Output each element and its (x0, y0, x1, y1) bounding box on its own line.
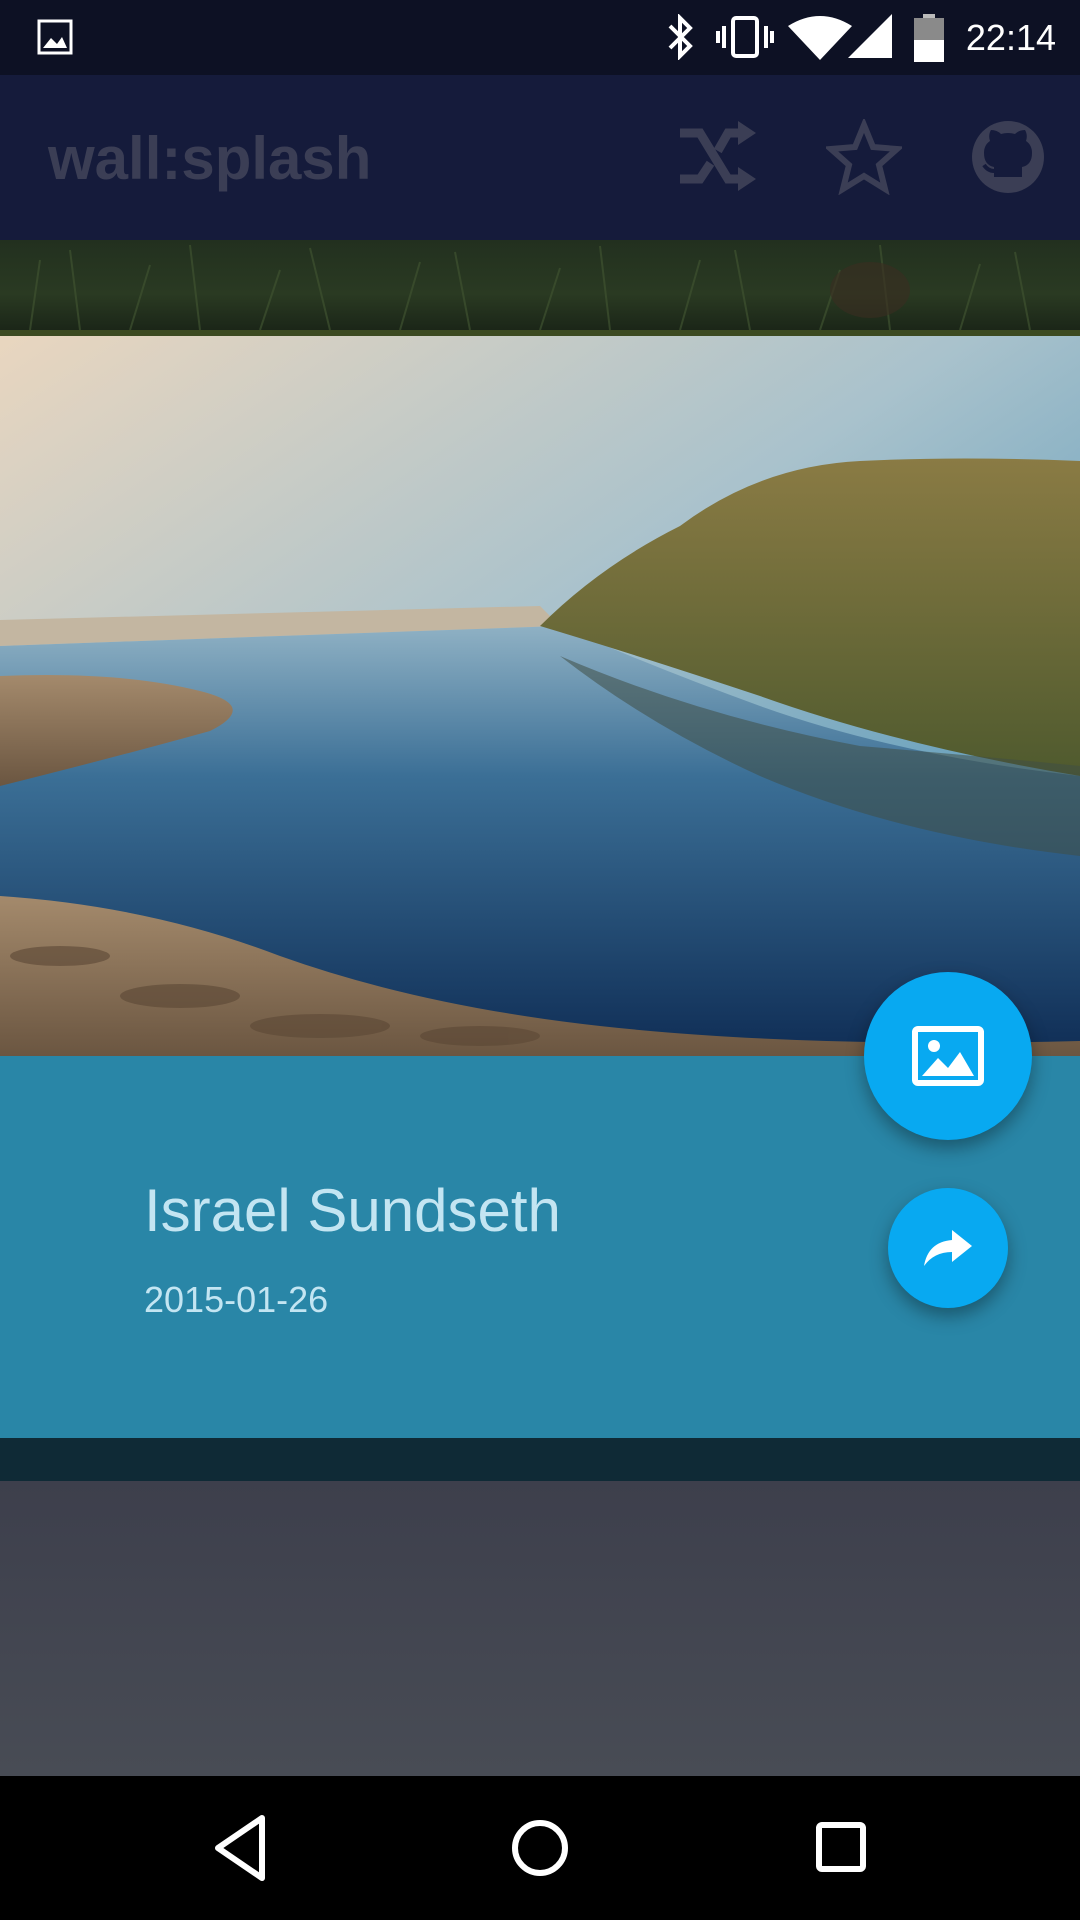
battery-icon (914, 14, 944, 62)
shuffle-icon[interactable] (680, 121, 756, 193)
image-notification-icon (37, 19, 73, 55)
back-icon[interactable] (212, 1814, 268, 1882)
share-icon (924, 1230, 972, 1266)
photographer-name: Israel Sundseth (144, 1177, 561, 1244)
previous-photo-strip[interactable] (0, 240, 1080, 330)
wifi-icon (788, 16, 852, 60)
bluetooth-icon (668, 14, 693, 60)
set-wallpaper-button[interactable] (864, 972, 1032, 1140)
status-bar: 22:14 (0, 0, 1080, 75)
home-icon[interactable] (511, 1819, 569, 1877)
vibrate-icon (716, 16, 774, 58)
grass-image (29, 244, 1031, 330)
image-icon (912, 1026, 984, 1086)
github-icon[interactable] (970, 119, 1046, 195)
next-photo-edge (0, 1438, 1080, 1481)
navigation-bar (0, 1776, 1080, 1920)
star-icon[interactable] (826, 119, 902, 195)
status-time: 22:14 (965, 17, 1056, 58)
app-bar: wall:splash (0, 75, 1080, 240)
photo-date: 2015-01-26 (144, 1279, 329, 1320)
app-title: wall:splash (48, 125, 372, 192)
beach-lagoon-image (0, 336, 1080, 1056)
recents-icon[interactable] (816, 1822, 866, 1872)
next-photo-placeholder[interactable] (0, 1481, 1080, 1776)
share-button[interactable] (888, 1188, 1008, 1308)
wallpaper-photo[interactable] (0, 336, 1080, 1056)
signal-icon (848, 14, 892, 58)
